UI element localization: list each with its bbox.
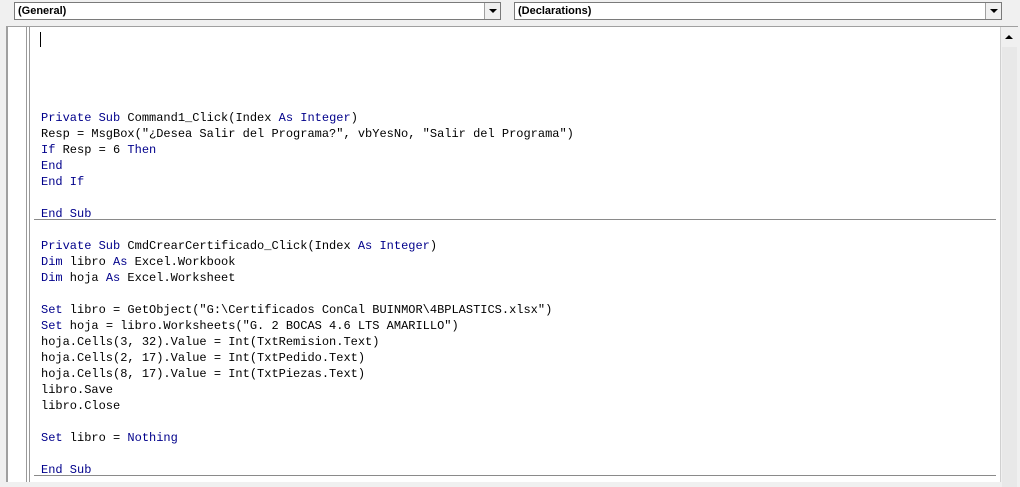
code-line[interactable]: hoja.Cells(2, 17).Value = Int(TxtPedido.… (41, 350, 574, 366)
code-line[interactable]: Dim hoja As Excel.Worksheet (41, 270, 574, 286)
code-text[interactable]: Private Sub Command1_Click(Index As Inte… (41, 110, 574, 478)
code-line[interactable]: End If (41, 174, 574, 190)
code-line[interactable]: libro.Close (41, 398, 574, 414)
code-keyword: As (105, 271, 121, 285)
code-line[interactable] (41, 414, 574, 430)
code-token: libro.Close (41, 399, 121, 413)
code-line[interactable] (41, 286, 574, 302)
code-keyword: Integer (300, 111, 351, 125)
code-line[interactable]: Set libro = Nothing (41, 430, 574, 446)
code-keyword: Set (41, 431, 63, 445)
code-token: libro = (62, 431, 128, 445)
code-line[interactable]: End (41, 158, 574, 174)
code-keyword: As (357, 239, 373, 253)
code-line[interactable]: Dim libro As Excel.Workbook (41, 254, 574, 270)
code-line[interactable] (41, 446, 574, 462)
code-token: Command1_Click(Index (120, 111, 279, 125)
code-token: Resp = 6 (55, 143, 128, 157)
code-keyword: Set (41, 319, 63, 333)
vertical-scrollbar[interactable] (1000, 27, 1018, 487)
code-line[interactable]: If Resp = 6 Then (41, 142, 574, 158)
code-keyword: Then (127, 143, 157, 157)
code-keyword: End Sub (41, 463, 92, 477)
code-token: CmdCrearCertificado_Click(Index (120, 239, 358, 253)
code-keyword: As (278, 111, 294, 125)
code-token: hoja.Cells(2, 17).Value = Int(TxtPedido.… (41, 351, 366, 365)
code-keyword: End (41, 159, 63, 173)
chevron-down-icon[interactable] (985, 3, 1001, 19)
code-keyword: End Sub (41, 207, 92, 221)
code-editor[interactable]: Private Sub Command1_Click(Index As Inte… (6, 26, 1018, 487)
code-keyword: Private Sub (41, 111, 121, 125)
margin-indicator-bar[interactable] (8, 27, 30, 482)
code-line[interactable]: Private Sub Command1_Click(Index As Inte… (41, 110, 574, 126)
code-keyword: Nothing (127, 431, 178, 445)
code-token: libro (62, 255, 114, 269)
procedure-combobox[interactable]: (Declarations) (514, 2, 1002, 20)
scroll-up-arrow-icon[interactable] (1002, 30, 1017, 45)
code-token: ) (429, 239, 438, 253)
procedure-combobox-value: (Declarations) (518, 5, 592, 17)
code-keyword: If (41, 143, 56, 157)
code-keyword: Dim (41, 255, 63, 269)
code-keyword: Set (41, 303, 63, 317)
code-token: Excel.Worksheet (120, 271, 236, 285)
object-combobox[interactable]: (General) (14, 2, 501, 20)
code-keyword: Integer (379, 239, 430, 253)
code-keyword: Dim (41, 271, 63, 285)
code-line[interactable] (41, 222, 574, 238)
chevron-down-icon[interactable] (484, 3, 500, 19)
code-line[interactable]: Set hoja = libro.Worksheets("G. 2 BOCAS … (41, 318, 574, 334)
code-token: Resp = MsgBox("¿Desea Salir del Programa… (41, 127, 574, 141)
procedure-combo-bar: (General) (Declarations) (0, 0, 1020, 24)
code-token: Excel.Workbook (127, 255, 236, 269)
code-line[interactable]: End Sub (41, 462, 574, 478)
text-cursor (40, 32, 41, 47)
code-token: hoja (62, 271, 106, 285)
code-line[interactable] (41, 190, 574, 206)
code-token: libro.Save (41, 383, 114, 397)
code-token: ) (350, 111, 358, 125)
code-keyword: End If (41, 175, 85, 189)
object-combobox-value: (General) (18, 5, 67, 17)
code-token: libro = GetObject("G:\Certificados ConCa… (62, 303, 553, 317)
code-keyword: Private Sub (41, 239, 121, 253)
scrollbar-track[interactable] (1002, 47, 1017, 487)
code-line[interactable]: Resp = MsgBox("¿Desea Salir del Programa… (41, 126, 574, 142)
code-line[interactable]: hoja.Cells(8, 17).Value = Int(TxtPiezas.… (41, 366, 574, 382)
code-token: hoja.Cells(3, 32).Value = Int(TxtRemisio… (41, 335, 380, 349)
code-keyword: As (113, 255, 128, 269)
code-line[interactable]: hoja.Cells(3, 32).Value = Int(TxtRemisio… (41, 334, 574, 350)
code-line[interactable]: Set libro = GetObject("G:\Certificados C… (41, 302, 574, 318)
code-line[interactable]: Private Sub CmdCrearCertificado_Click(In… (41, 238, 574, 254)
code-token: hoja.Cells(8, 17).Value = Int(TxtPiezas.… (41, 367, 366, 381)
code-token: hoja = libro.Worksheets("G. 2 BOCAS 4.6 … (62, 319, 459, 333)
code-line[interactable]: End Sub (41, 206, 574, 222)
code-line[interactable]: libro.Save (41, 382, 574, 398)
